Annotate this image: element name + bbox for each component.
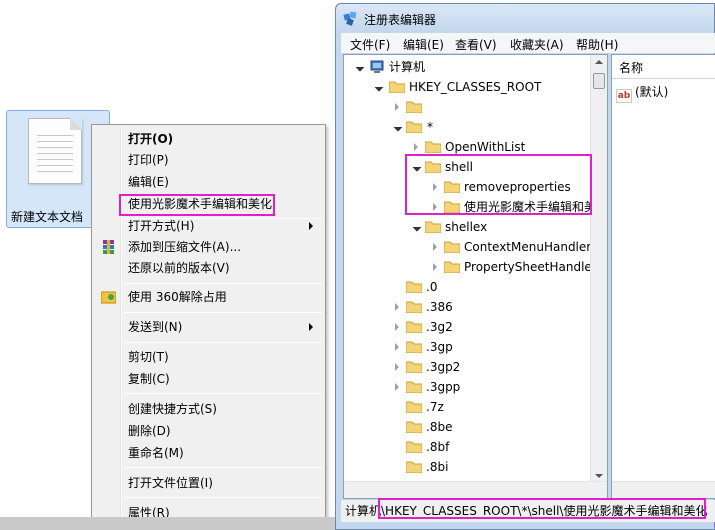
folder-icon (389, 80, 405, 93)
folder-icon (444, 260, 460, 273)
menu-item-edit[interactable]: 编辑(E) (95, 172, 323, 192)
scroll-down-arrow-icon[interactable] (595, 474, 603, 478)
expand-arrow-icon[interactable] (395, 103, 399, 111)
context-menu: 打开(O) 打印(P) 编辑(E) 使用光影魔术手编辑和美化 打开方式(H) 添… (91, 124, 326, 530)
registry-tree-pane: 计算机 HKEY_CLASSES_ROOT * OpenWithList she… (343, 54, 608, 499)
folder-icon (406, 460, 422, 473)
folder-icon (406, 440, 422, 453)
menu-separator (124, 467, 322, 468)
menu-item-restore-versions[interactable]: 还原以前的版本(V) (95, 258, 323, 278)
expand-arrow-icon[interactable] (395, 363, 399, 371)
collapse-arrow-icon[interactable] (393, 122, 403, 132)
menu-item-open-with[interactable]: 打开方式(H) (95, 216, 323, 236)
submenu-arrow-icon (309, 323, 313, 331)
computer-icon (370, 60, 386, 73)
menu-bar: 文件(F) 编辑(E) 查看(V) 收藏夹(A) 帮助(H) (341, 33, 715, 53)
winrar-icon (101, 240, 116, 254)
expand-arrow-icon[interactable] (395, 303, 399, 311)
folder-icon (425, 140, 441, 153)
folder-icon (406, 300, 422, 313)
menu-item-open-file-location[interactable]: 打开文件位置(I) (95, 473, 323, 493)
folder-icon (425, 220, 441, 233)
folder-icon (406, 400, 422, 413)
menu-item-rename[interactable]: 重命名(M) (95, 443, 323, 463)
collapse-arrow-icon[interactable] (374, 82, 384, 92)
status-prefix: 计算机 (345, 504, 382, 518)
folder-icon (444, 240, 460, 253)
window-title: 注册表编辑器 (364, 13, 437, 27)
tree-vertical-scrollbar[interactable] (590, 55, 607, 483)
menu-file[interactable]: 文件(F) (350, 36, 390, 53)
menu-item-print[interactable]: 打印(P) (95, 150, 323, 170)
expand-arrow-icon[interactable] (395, 343, 399, 351)
regedit-app-icon (343, 11, 359, 27)
values-list-pane: 名称 ab (默认) (611, 54, 715, 499)
expand-arrow-icon[interactable] (395, 323, 399, 331)
menu-edit[interactable]: 编辑(E) (403, 36, 444, 53)
menu-item-open[interactable]: 打开(O) (95, 129, 323, 149)
scrollbar-thumb[interactable] (593, 73, 605, 89)
expand-arrow-icon[interactable] (433, 243, 437, 251)
360-unlock-icon (101, 290, 116, 304)
folder-icon (406, 100, 422, 113)
folder-icon (406, 280, 422, 293)
menu-item-create-shortcut[interactable]: 创建快捷方式(S) (95, 399, 323, 419)
highlight-box-shell (405, 154, 592, 215)
menu-separator (124, 393, 322, 394)
menu-item-send-to[interactable]: 发送到(N) (95, 317, 323, 337)
menu-help[interactable]: 帮助(H) (576, 36, 618, 53)
string-value-icon: ab (616, 89, 632, 103)
value-name: (默认) (635, 85, 669, 99)
submenu-arrow-icon (309, 222, 313, 230)
expand-arrow-icon[interactable] (414, 143, 418, 151)
menu-separator (124, 342, 322, 343)
title-bar[interactable]: 注册表编辑器 (336, 4, 714, 32)
folder-icon (406, 360, 422, 373)
regedit-window: 注册表编辑器 文件(F) 编辑(E) 查看(V) 收藏夹(A) 帮助(H) 计算… (335, 3, 715, 530)
menu-item-delete[interactable]: 删除(D) (95, 421, 323, 441)
menu-view[interactable]: 查看(V) (455, 36, 497, 53)
collapse-arrow-icon[interactable] (412, 222, 422, 232)
folder-icon (406, 380, 422, 393)
folder-icon (406, 120, 422, 133)
menu-item-360-unlock[interactable]: 使用 360解除占用 (95, 287, 323, 307)
menu-separator (124, 312, 322, 313)
highlight-box-status-path (378, 498, 706, 519)
menu-separator (124, 283, 322, 284)
menu-item-add-to-archive[interactable]: 添加到压缩文件(A)... (95, 237, 323, 257)
text-document-icon (28, 118, 82, 184)
folder-icon (406, 320, 422, 333)
scroll-up-arrow-icon[interactable] (595, 60, 603, 64)
taskbar-strip (0, 517, 335, 530)
list-horizontal-scrollbar[interactable] (612, 481, 715, 498)
expand-arrow-icon[interactable] (395, 383, 399, 391)
menu-item-copy[interactable]: 复制(C) (95, 369, 323, 389)
expand-arrow-icon[interactable] (433, 263, 437, 271)
highlight-box-menu (119, 194, 275, 216)
menu-item-cut[interactable]: 剪切(T) (95, 347, 323, 367)
folder-icon (406, 340, 422, 353)
tree-horizontal-scrollbar[interactable] (344, 481, 607, 498)
collapse-arrow-icon[interactable] (355, 62, 365, 72)
column-header-name[interactable]: 名称 (612, 55, 715, 79)
menu-favorites[interactable]: 收藏夹(A) (510, 36, 564, 53)
folder-icon (406, 420, 422, 433)
menu-separator (124, 497, 322, 498)
value-row-default[interactable]: ab (默认) (616, 83, 669, 103)
